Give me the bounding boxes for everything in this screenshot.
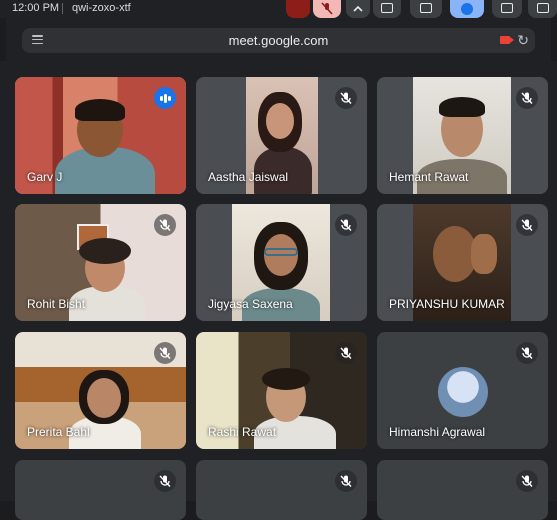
- participant-name: Aastha Jaiswal: [208, 170, 289, 184]
- mic-muted-indicator: [335, 214, 357, 236]
- chevron-up-icon: [353, 5, 363, 12]
- mic-muted-indicator: [154, 342, 176, 364]
- present-button[interactable]: [492, 0, 522, 18]
- participant-name: Rashi Rawat: [208, 425, 277, 439]
- participant-tile[interactable]: [377, 460, 548, 520]
- participant-tile[interactable]: [15, 460, 186, 520]
- captions-button[interactable]: [410, 0, 442, 18]
- video-grid: Garv J Aastha Jaiswal Hemant Rawat Rohit…: [0, 61, 557, 520]
- participant-video: [264, 248, 298, 256]
- participant-name: Jigyasa Saxena: [208, 297, 293, 311]
- participant-video: [266, 103, 294, 139]
- mic-muted-indicator: [335, 470, 357, 492]
- mic-off-icon: [521, 347, 533, 359]
- mic-muted-indicator: [154, 214, 176, 236]
- participant-video: [87, 378, 121, 418]
- divider: [62, 3, 63, 14]
- address-bar[interactable]: meet.google.com ↻: [22, 28, 535, 53]
- mic-off-icon: [321, 2, 333, 15]
- participant-tile[interactable]: PRIYANSHU KUMAR: [377, 204, 548, 321]
- participant-name: Hemant Rawat: [389, 170, 469, 184]
- participant-video: [439, 97, 485, 117]
- mic-muted-indicator: [335, 342, 357, 364]
- url-text[interactable]: meet.google.com: [22, 33, 535, 48]
- mic-muted-indicator: [516, 470, 538, 492]
- meeting-status-bar: 12:00 PM qwi-zoxo-xtf: [0, 0, 557, 18]
- participant-name: Himanshi Agrawal: [389, 425, 486, 439]
- participant-tile[interactable]: Rohit Bisht: [15, 204, 186, 321]
- participant-video: [75, 99, 125, 121]
- participant-tile[interactable]: Aastha Jaiswal: [196, 77, 367, 194]
- mic-muted-indicator: [335, 87, 357, 109]
- participant-avatar: [437, 367, 488, 417]
- browser-chrome: meet.google.com ↻: [6, 18, 551, 61]
- present-icon: [501, 3, 513, 13]
- participant-video: [471, 234, 497, 274]
- participant-tile[interactable]: Hemant Rawat: [377, 77, 548, 194]
- mic-muted-indicator: [516, 87, 538, 109]
- participant-video: [79, 238, 131, 264]
- participant-video: [262, 368, 310, 390]
- participant-name: Rohit Bisht: [27, 297, 86, 311]
- mic-off-icon: [340, 347, 352, 359]
- emoji-icon: [461, 3, 473, 15]
- mic-off-icon: [159, 219, 171, 231]
- mic-off-icon: [521, 219, 533, 231]
- participant-tile[interactable]: Garv J: [15, 77, 186, 194]
- participant-name: Garv J: [27, 170, 63, 184]
- mic-muted-indicator: [516, 214, 538, 236]
- mic-off-button[interactable]: [313, 0, 341, 18]
- mic-off-icon: [521, 475, 533, 487]
- participant-tile[interactable]: Jigyasa Saxena: [196, 204, 367, 321]
- clock: 12:00 PM: [12, 2, 60, 14]
- camera-in-use-icon[interactable]: [500, 36, 514, 44]
- reload-icon[interactable]: ↻: [517, 31, 529, 49]
- camera-button[interactable]: [373, 0, 401, 18]
- participant-tile[interactable]: Prerita Bahl: [15, 332, 186, 449]
- mic-off-icon: [159, 347, 171, 359]
- mic-off-icon: [340, 475, 352, 487]
- participant-tile[interactable]: [196, 460, 367, 520]
- participant-tile[interactable]: Himanshi Agrawal: [377, 332, 548, 449]
- speaking-indicator-icon: [154, 87, 176, 109]
- raise-controls-button[interactable]: [286, 0, 310, 18]
- mic-muted-indicator: [516, 342, 538, 364]
- mic-off-icon: [340, 92, 352, 104]
- emoji-button[interactable]: [450, 0, 484, 18]
- meeting-code: qwi-zoxo-xtf: [72, 2, 131, 14]
- mic-off-icon: [521, 92, 533, 104]
- mic-options-button[interactable]: [346, 0, 370, 18]
- participant-tile[interactable]: Rashi Rawat: [196, 332, 367, 449]
- more-options-button[interactable]: [528, 0, 557, 18]
- more-icon: [537, 3, 549, 13]
- participant-name: PRIYANSHU KUMAR: [389, 297, 505, 311]
- mic-off-icon: [159, 475, 171, 487]
- participant-name: Prerita Bahl: [27, 425, 90, 439]
- mic-muted-indicator: [154, 470, 176, 492]
- mic-off-icon: [340, 219, 352, 231]
- captions-icon: [420, 3, 432, 13]
- camera-icon: [381, 3, 393, 13]
